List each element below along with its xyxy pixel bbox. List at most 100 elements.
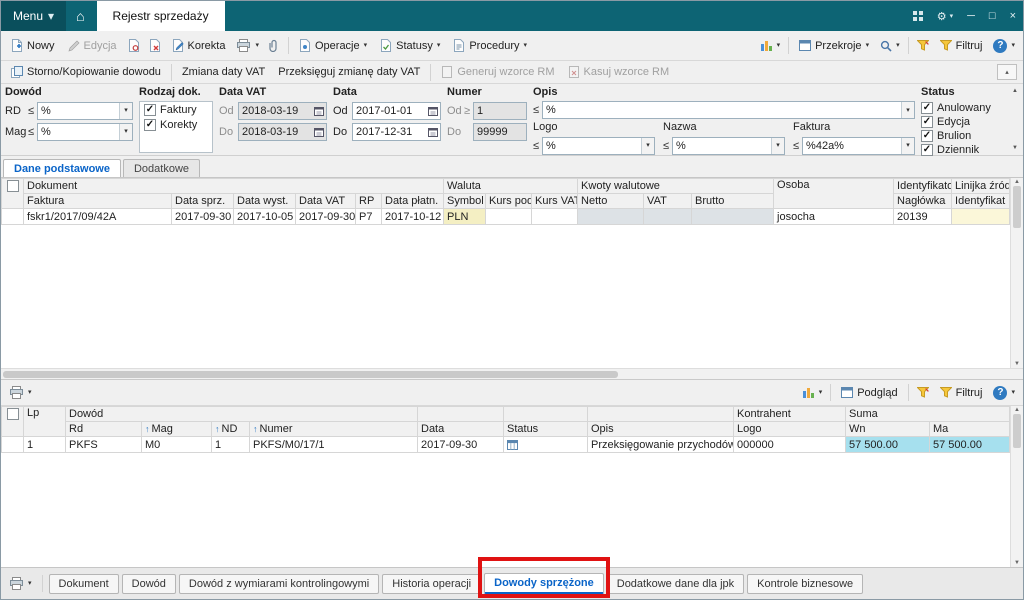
korekty-checkbox[interactable]: ✓ Korekty [144,119,208,131]
przeksieguj-button[interactable]: Przeksięguj zmianę daty VAT [272,63,426,81]
procedury-button[interactable]: Procedury ▾ [447,36,533,55]
clear-filter-button[interactable] [913,37,933,54]
dropdown-button[interactable]: ▾ [119,123,132,140]
delete-document-button[interactable] [145,36,165,55]
collapse-filter-button[interactable]: ▴ [997,64,1017,80]
operacje-button[interactable]: Operacje ▾ [293,36,373,55]
column-header-wn[interactable]: Wn [845,421,930,437]
column-header-ma[interactable]: Ma [929,421,1010,437]
column-header-opis[interactable]: Opis [587,421,734,437]
opis-filter-combo[interactable]: % ▾ [542,101,915,119]
scrollbar-thumb[interactable] [1013,414,1021,448]
bottom-tab-historia-operacji[interactable]: Historia operacji [382,573,482,594]
mag-filter-combo[interactable]: % ▾ [37,122,133,141]
vertical-scrollbar[interactable]: ▲ ▼ [1010,178,1023,368]
faktura-filter-combo[interactable]: %42a% ▾ [802,136,915,155]
column-header-rp[interactable]: RP [355,193,382,209]
bottom-tab-dowody-sprzezone[interactable]: Dowody sprzężone [484,573,604,594]
column-header-osoba[interactable]: Osoba [773,178,895,209]
numer-do-input[interactable]: 99999 [473,122,527,141]
filtruj-lower-button[interactable]: Filtruj [934,384,989,402]
faktury-checkbox[interactable]: ✓ Faktury [144,104,208,116]
column-header-naglowka[interactable]: Nagłówka [893,193,953,209]
chart-lower-button[interactable]: ▾ [799,384,827,401]
select-all-checkbox[interactable] [6,408,19,420]
scrollbar-thumb[interactable] [1013,186,1021,228]
bottom-tab-dokument[interactable]: Dokument [48,573,119,594]
horizontal-scrollbar[interactable] [1,368,1023,379]
column-group-identyfikator[interactable]: Identyfikator [893,178,953,194]
dropdown-button[interactable]: ▾ [901,137,914,154]
select-all-checkbox[interactable] [6,180,19,192]
column-group-suma[interactable]: Suma [845,406,1010,422]
column-header-nd[interactable]: ↑ ND [211,421,250,437]
data-od-input[interactable]: 2017-01-01 [352,101,441,120]
tab-dodatkowe[interactable]: Dodatkowe [122,159,201,177]
data-do-input[interactable]: 2017-12-31 [352,122,441,141]
column-header-lp[interactable]: Lp [23,406,66,437]
column-header-data-vat[interactable]: Data VAT [295,193,356,209]
menu-button[interactable]: Menu ▾ [1,1,67,31]
help-lower-button[interactable]: ? ▾ [989,383,1019,403]
kasuj-wzorce-button[interactable]: Kasuj wzorce RM [562,63,676,81]
podglad-button[interactable]: Podgląd [835,384,903,402]
column-group-kwoty-walutowe[interactable]: Kwoty walutowe [577,178,775,194]
preview-document-button[interactable] [124,36,144,55]
statusy-button[interactable]: Statusy ▾ [374,36,446,55]
help-button[interactable]: ? ▾ [989,36,1019,56]
status-anulowany-checkbox[interactable]: ✓ Anulowany [921,101,1003,114]
status-scrollbar[interactable]: ▲ ▼ [1009,86,1021,153]
tab-rejestr-sprzedazy[interactable]: Rejestr sprzedaży [96,1,225,31]
column-header-brutto[interactable]: Brutto [691,193,775,209]
bottom-tab-dodatkowe-dane-jpk[interactable]: Dodatkowe dane dla jpk [606,573,745,594]
minimize-button[interactable]: ─ [960,1,982,31]
dropdown-button[interactable]: ▾ [641,137,654,154]
column-header-identyfikat[interactable]: Identyfikat [951,193,1010,209]
data-vat-do-input[interactable]: 2018-03-19 [238,122,327,141]
clear-filter-lower-button[interactable] [913,384,933,401]
column-header-mag[interactable]: ↑ Mag [141,421,212,437]
home-button[interactable]: ⌂ [66,1,94,31]
vertical-scrollbar[interactable]: ▲ ▼ [1010,406,1023,567]
column-group-waluta[interactable]: Waluta [443,178,579,194]
rd-filter-combo[interactable]: % ▾ [37,101,133,120]
column-group-dokument[interactable]: Dokument [22,178,445,194]
column-header-status[interactable]: Status [503,421,588,437]
column-header-vat[interactable]: VAT [643,193,693,209]
maximize-button[interactable]: □ [982,1,1003,31]
apps-grid-button[interactable] [906,1,930,31]
numer-od-input[interactable]: 1 [473,101,527,120]
scrollbar-thumb[interactable] [3,371,618,378]
nowy-button[interactable]: Nowy [5,36,61,55]
table-row[interactable]: 1 PKFS M0 1 PKFS/M0/17/1 2017-09-30 Prze… [1,436,1010,453]
row-checkbox-cell[interactable] [1,208,24,225]
print-lower-button[interactable]: ▾ [5,383,36,402]
column-header-symbol[interactable]: Symbol [443,193,487,209]
chart-button[interactable]: ▾ [757,37,785,54]
column-header-kurs-pod[interactable]: Kurs pod. [485,193,533,209]
column-header-data[interactable]: Data [417,421,504,437]
column-group-kontrahent[interactable]: Kontrahent [733,406,846,422]
generuj-wzorce-button[interactable]: Generuj wzorce RM [435,63,560,81]
filtruj-button[interactable]: Filtruj [934,37,989,55]
bottom-tab-dowod-z-wymiarami[interactable]: Dowód z wymiarami kontrolingowymi [178,573,380,594]
edycja-button[interactable]: Edycja [62,37,123,55]
korekta-button[interactable]: Korekta [166,36,232,55]
przekroje-button[interactable]: Przekroje ▾ [793,37,875,55]
column-header-logo[interactable]: Logo [733,421,846,437]
status-brulion-checkbox[interactable]: ✓ Brulion [921,129,1003,142]
print-list-button[interactable]: ▾ [5,574,36,593]
dropdown-button[interactable]: ▾ [901,102,914,118]
settings-button[interactable]: ⚙ ▾ [930,1,960,31]
column-header-data-platn[interactable]: Data płatn. [380,193,445,209]
column-group-linijka[interactable]: Linijka źród [951,178,1010,194]
logo-filter-combo[interactable]: % ▾ [542,136,655,155]
nazwa-filter-combo[interactable]: % ▾ [672,136,785,155]
scrollbar-track[interactable] [1011,413,1023,560]
column-header-faktura[interactable]: Faktura [23,193,172,209]
bottom-tab-kontrole-biznesowe[interactable]: Kontrole biznesowe [747,573,864,594]
column-group-dowod[interactable]: Dowód [65,406,418,422]
column-header-data-wyst[interactable]: Data wyst. [233,193,296,209]
data-vat-od-input[interactable]: 2018-03-19 [238,101,327,120]
column-header-numer[interactable]: ↑ Numer [249,421,418,437]
